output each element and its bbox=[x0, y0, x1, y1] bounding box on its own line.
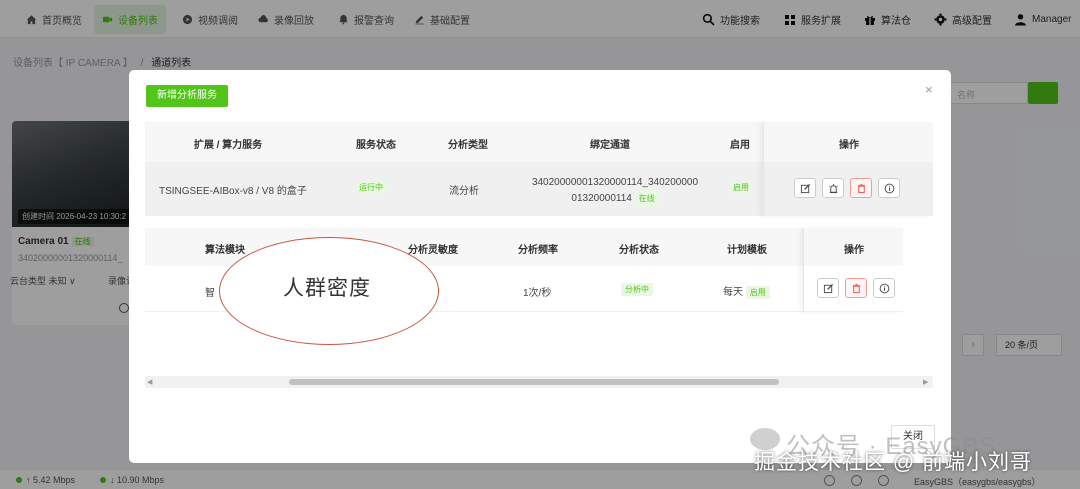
analysis-state-badge: 分析中 bbox=[621, 283, 653, 296]
edit-icon bbox=[823, 283, 833, 293]
bound-channel: 34020000001320000114_340200000 013200001… bbox=[515, 175, 715, 207]
trash-icon bbox=[857, 183, 865, 193]
analysis-type: 流分析 bbox=[449, 186, 479, 197]
delete-button[interactable] bbox=[850, 178, 872, 198]
col-ops: 操作 bbox=[839, 140, 859, 151]
add-analysis-service-button[interactable]: 新增分析服务 bbox=[146, 85, 228, 107]
col-frequency: 分析频率 bbox=[518, 245, 558, 256]
info-button[interactable] bbox=[878, 178, 900, 198]
col-status: 服务状态 bbox=[356, 140, 396, 151]
algorithm-module: 智 bbox=[205, 288, 215, 299]
edit-icon bbox=[800, 183, 810, 193]
annotation-label: 人群密度 bbox=[283, 277, 371, 300]
info-icon bbox=[879, 283, 889, 293]
info-button[interactable] bbox=[873, 278, 895, 298]
sub-ops-column: 操作 bbox=[803, 228, 903, 312]
frequency-value: 1次/秒 bbox=[523, 288, 552, 299]
col-enabled: 启用 bbox=[730, 140, 750, 151]
edit-button[interactable] bbox=[817, 278, 839, 298]
col-type: 分析类型 bbox=[448, 140, 488, 151]
service-name: TSINGSEE-AIBox-v8 / V8 的盒子 bbox=[159, 186, 307, 197]
col-channel: 绑定通道 bbox=[590, 140, 630, 151]
scroll-right-icon[interactable]: ▶ bbox=[923, 378, 928, 386]
watermark-author: 掘金技术社区 @ 前端小刘哥 bbox=[754, 451, 1032, 474]
template-enabled-badge: 启用 bbox=[745, 286, 770, 299]
col-sub-ops: 操作 bbox=[844, 245, 864, 256]
trash-icon bbox=[852, 283, 860, 293]
service-status-badge: 运行中 bbox=[355, 181, 387, 194]
info-icon bbox=[884, 183, 894, 193]
horizontal-scrollbar[interactable]: ◀ ▶ bbox=[145, 376, 933, 388]
col-analysis-state: 分析状态 bbox=[619, 245, 659, 256]
col-service: 扩展 / 算力服务 bbox=[193, 140, 263, 151]
alarm-light-icon bbox=[828, 183, 838, 193]
delete-button[interactable] bbox=[845, 278, 867, 298]
schedule-template: 每天 启用 bbox=[723, 283, 770, 299]
scrollbar-thumb[interactable] bbox=[289, 379, 779, 385]
col-schedule-template: 计划模板 bbox=[727, 245, 767, 256]
edit-button[interactable] bbox=[794, 178, 816, 198]
alarm-button[interactable] bbox=[822, 178, 844, 198]
scroll-left-icon[interactable]: ◀ bbox=[147, 378, 152, 386]
close-icon[interactable]: × bbox=[925, 83, 933, 96]
channel-online-badge: 在线 bbox=[634, 190, 659, 207]
enabled-badge: 启用 bbox=[729, 181, 753, 194]
ops-column: 操作 bbox=[763, 122, 933, 216]
